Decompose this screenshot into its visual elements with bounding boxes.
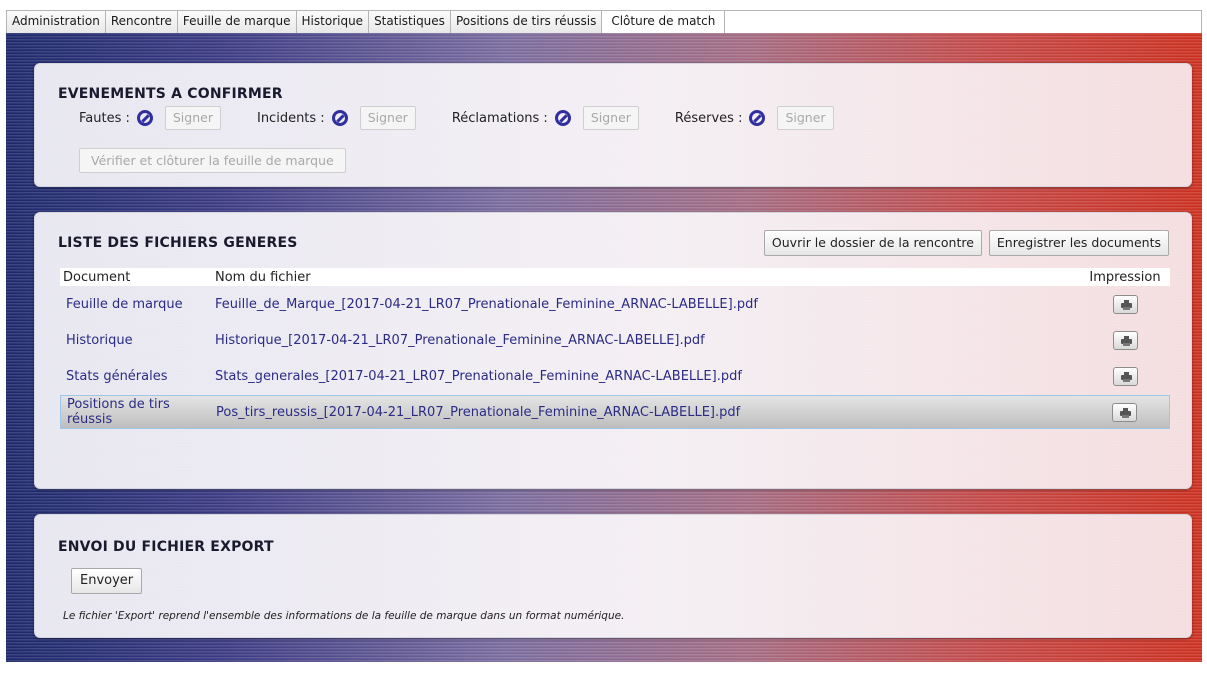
ban-icon [136,110,153,126]
tab-statistiques[interactable]: Statistiques [369,11,451,33]
table-row[interactable]: Historique Historique_[2017-04-21_LR07_P… [60,322,1170,358]
export-note: Le fichier 'Export' reprend l'ensemble d… [63,610,625,622]
reclamations-label: Réclamations : [451,110,548,126]
tab-feuille-de-marque[interactable]: Feuille de marque [177,11,297,33]
tab-historique[interactable]: Historique [296,11,370,33]
events-panel: EVENEMENTS A CONFIRMER Fautes : Signer I… [34,63,1192,187]
row-document: Historique [66,332,133,348]
export-title: ENVOI DU FICHIER EXPORT [58,539,274,555]
ban-icon [554,110,571,126]
app-window: Administration Rencontre Feuille de marq… [0,0,1207,675]
tab-bar: Administration Rencontre Feuille de marq… [6,10,1202,33]
row-filename: Pos_tirs_reussis_[2017-04-21_LR07_Prenat… [216,404,741,420]
files-actions: Ouvrir le dossier de la rencontre Enregi… [763,230,1169,256]
ban-icon [331,110,348,126]
print-button[interactable] [1111,402,1137,422]
footer-strip [6,662,1202,675]
row-document: Feuille de marque [66,296,183,312]
row-filename: Feuille_de_Marque_[2017-04-21_LR07_Prena… [215,296,758,312]
fautes-sign-button[interactable]: Signer [164,106,221,130]
print-button[interactable] [1112,294,1138,314]
table-row[interactable]: Feuille de marque Feuille_de_Marque_[201… [60,286,1170,322]
print-cell [1079,402,1169,422]
fautes-label: Fautes : [79,110,130,126]
ban-icon [749,110,766,126]
printer-icon [1120,299,1132,310]
print-button[interactable] [1112,330,1138,350]
verify-close-button[interactable]: Vérifier et clôturer la feuille de marqu… [79,148,346,173]
tab-cloture-de-match[interactable]: Clôture de match [602,11,726,33]
incidents-sign-button[interactable]: Signer [359,106,416,130]
print-cell [1080,294,1170,314]
tab-positions-de-tirs[interactable]: Positions de tirs réussis [450,11,603,33]
send-button[interactable]: Envoyer [71,568,143,594]
files-title: LISTE DES FICHIERS GENERES [58,235,298,251]
column-filename: Nom du fichier [215,269,311,285]
print-cell [1080,330,1170,350]
printer-icon [1120,335,1132,346]
events-title: EVENEMENTS A CONFIRMER [58,86,283,102]
print-cell [1080,366,1170,386]
printer-icon [1119,407,1131,418]
export-panel: ENVOI DU FICHIER EXPORT Envoyer Le fichi… [34,514,1192,638]
row-filename: Historique_[2017-04-21_LR07_Prenationale… [215,332,705,348]
open-folder-button[interactable]: Ouvrir le dossier de la rencontre [763,230,982,256]
table-header: Document Nom du fichier Impression [60,268,1170,286]
reserves-label: Réserves : [674,110,743,126]
row-document: Positions de tirs réussis [67,397,170,427]
printer-icon [1120,371,1132,382]
save-documents-button[interactable]: Enregistrer les documents [988,230,1169,256]
column-print: Impression [1089,269,1161,285]
tab-administration[interactable]: Administration [7,11,106,33]
reclamations-sign-button[interactable]: Signer [582,106,639,130]
print-button[interactable] [1112,366,1138,386]
row-document: Stats générales [66,368,168,384]
files-panel: LISTE DES FICHIERS GENERES Ouvrir le dos… [34,212,1192,489]
events-row: Fautes : Signer Incidents : Signer Récla… [79,106,834,130]
column-document: Document [63,269,131,285]
table-row[interactable]: Stats générales Stats_generales_[2017-04… [60,358,1170,394]
tab-rencontre[interactable]: Rencontre [105,11,178,33]
reserves-sign-button[interactable]: Signer [777,106,834,130]
incidents-label: Incidents : [256,110,325,126]
files-table: Document Nom du fichier Impression Feuil… [60,268,1170,429]
content-area: EVENEMENTS A CONFIRMER Fautes : Signer I… [6,33,1202,662]
table-row-selected[interactable]: Positions de tirs réussis Pos_tirs_reuss… [60,395,1170,429]
row-filename: Stats_generales_[2017-04-21_LR07_Prenati… [215,368,742,384]
